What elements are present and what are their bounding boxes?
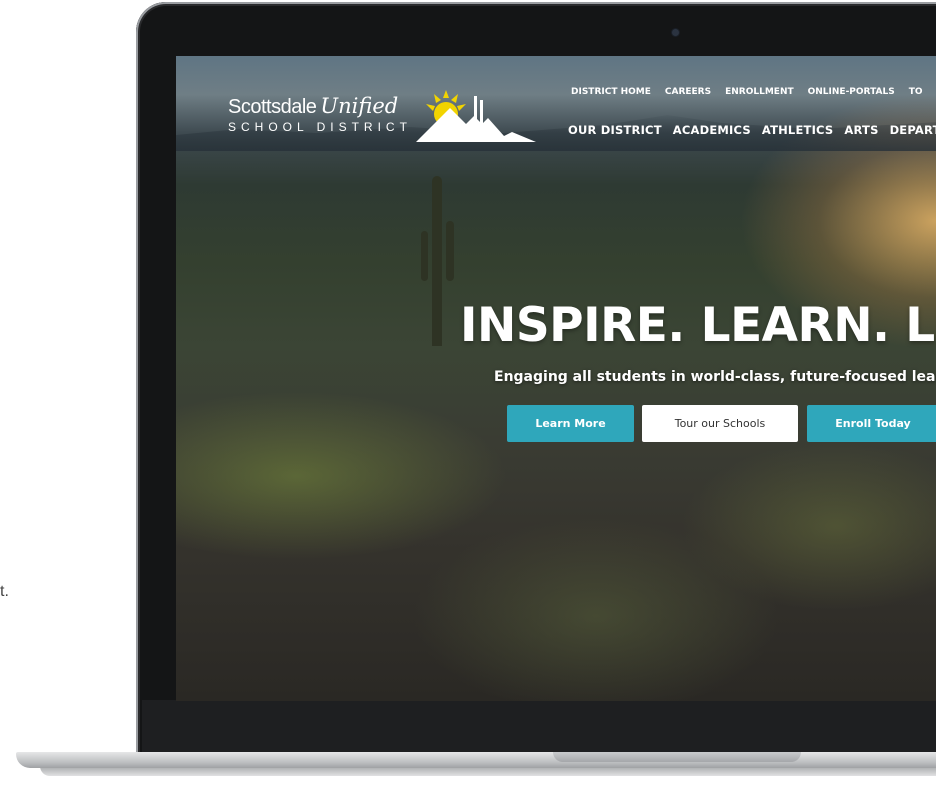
utility-nav: DISTRICT HOME CAREERS ENROLLMENT ONLINE-POR… <box>571 87 936 97</box>
stray-text: t. <box>0 583 9 600</box>
logo-name-main: Scottsdale <box>228 96 317 118</box>
website-screen: Scottsdale Unified SCHOOL DISTRICT DISTRI… <box>176 56 936 701</box>
logo-pillar-2 <box>480 100 483 124</box>
learn-more-button[interactable]: Learn More <box>507 405 634 442</box>
nav-online-portals[interactable]: ONLINE-PORTALS <box>808 87 895 97</box>
logo-name-script: Unified <box>320 94 399 118</box>
hero-title: INSPIRE. LEARN. LEA <box>460 298 936 353</box>
nav-district-home[interactable]: DISTRICT HOME <box>571 87 651 97</box>
district-logo[interactable]: Scottsdale Unified SCHOOL DISTRICT <box>228 94 412 134</box>
saguaro-cactus <box>432 176 442 346</box>
nav-careers[interactable]: CAREERS <box>665 87 711 97</box>
tour-schools-button[interactable]: Tour our Schools <box>642 405 798 442</box>
nav-athletics[interactable]: ATHLETICS <box>762 123 834 137</box>
webcam-icon <box>672 29 679 36</box>
cactus-arm-right <box>446 221 454 281</box>
hero-subtitle: Engaging all students in world-class, fu… <box>494 369 936 385</box>
logo-subtitle: SCHOOL DISTRICT <box>228 120 412 134</box>
laptop-chin <box>142 700 936 754</box>
nav-departments[interactable]: DEPARTMEN <box>890 123 936 137</box>
nav-top-cutoff[interactable]: TO <box>909 87 923 97</box>
nav-our-district[interactable]: OUR DISTRICT <box>568 123 662 137</box>
enroll-today-button[interactable]: Enroll Today <box>807 405 936 442</box>
nav-enrollment[interactable]: ENROLLMENT <box>725 87 794 97</box>
cactus-arm-left <box>421 231 428 281</box>
laptop-opening-notch <box>553 752 801 762</box>
logo-pillar-1 <box>474 96 477 124</box>
sun-mountain-logo-icon <box>416 90 536 142</box>
nav-arts[interactable]: ARTS <box>844 123 878 137</box>
main-nav: OUR DISTRICT ACADEMICS ATHLETICS ARTS DEPART… <box>568 123 936 137</box>
nav-academics[interactable]: ACADEMICS <box>673 123 751 137</box>
